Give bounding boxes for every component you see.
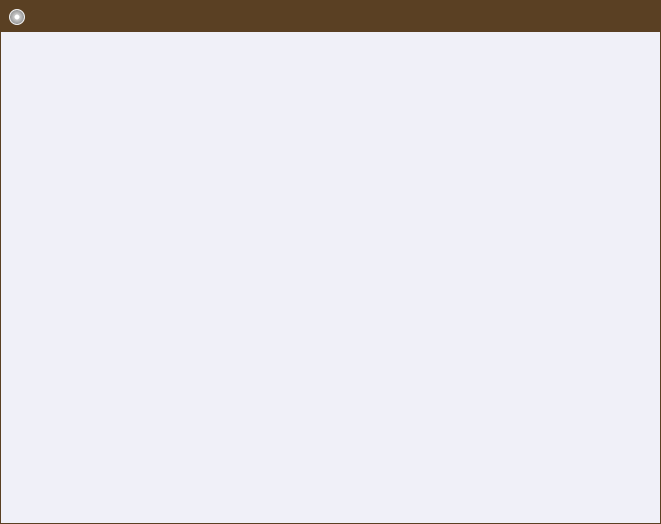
app-window bbox=[0, 0, 661, 524]
spacer2 bbox=[569, 1, 615, 32]
app-disc-icon bbox=[9, 8, 25, 25]
title-bar bbox=[1, 1, 661, 32]
